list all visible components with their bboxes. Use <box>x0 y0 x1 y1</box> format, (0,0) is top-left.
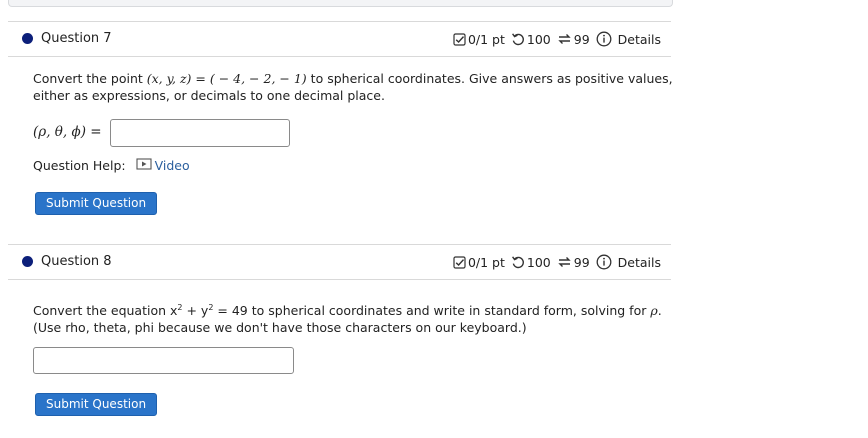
question-title: Question 8 <box>41 254 112 269</box>
prompt-text-period: . <box>657 303 662 318</box>
attempts-count: 100 <box>526 31 551 47</box>
undo-icon <box>511 32 525 46</box>
submit-question-button[interactable]: Submit Question <box>35 192 158 215</box>
prompt-text-end: to spherical coordinates. Give answers a… <box>310 71 673 86</box>
prompt-text-b: + y <box>182 303 209 318</box>
question-title: Question 7 <box>41 31 112 46</box>
answer-label: (ρ, θ, ϕ) = <box>33 124 102 140</box>
prompt-text-line2: either as expressions, or decimals to on… <box>33 88 385 103</box>
info-icon[interactable] <box>596 31 612 47</box>
question-8-prompt: Convert the equation x2 + y2 = 49 to sph… <box>33 302 662 336</box>
details-link[interactable]: Details <box>618 255 661 270</box>
submit-question-button[interactable]: Submit Question <box>35 393 158 416</box>
question-7-header: Question 7 0/1 pt 100 99 Details <box>8 21 671 57</box>
tries-count: 99 <box>573 31 590 47</box>
question-7-prompt: Convert the point (x, y, z) = ( − 4, − 2… <box>33 70 673 104</box>
question-7-answer-input[interactable] <box>110 119 290 147</box>
retry-arrows-icon <box>557 255 572 269</box>
attempts-count: 100 <box>526 254 551 270</box>
prompt-text-a: Convert the equation x <box>33 303 178 318</box>
question-meta: 0/1 pt 100 99 Details <box>453 254 661 270</box>
prompt-text-line2: (Use rho, theta, phi because we don't ha… <box>33 320 527 335</box>
question-bullet <box>22 256 33 267</box>
score-text: 0/1 pt <box>467 254 505 270</box>
checkbox-check-icon <box>453 255 466 269</box>
previous-question-box-edge <box>8 0 673 7</box>
video-link[interactable]: Video <box>136 158 190 173</box>
info-icon[interactable] <box>596 254 612 270</box>
prompt-text-c: = 49 to spherical coordinates and write … <box>213 303 647 318</box>
video-icon <box>136 158 152 173</box>
tries-count: 99 <box>573 254 590 270</box>
question-bullet <box>22 33 33 44</box>
video-link-label: Video <box>154 158 190 173</box>
retry-arrows-icon <box>557 32 572 46</box>
point-expression: (x, y, z) = ( − 4, − 2, − 1) <box>146 71 307 86</box>
question-meta: 0/1 pt 100 99 Details <box>453 31 661 47</box>
prompt-text-start: Convert the point <box>33 71 143 86</box>
score-text: 0/1 pt <box>467 31 505 47</box>
help-label: Question Help: <box>33 158 126 173</box>
checkbox-check-icon <box>453 32 466 46</box>
question-8-header: Question 8 0/1 pt 100 99 Details <box>8 244 671 280</box>
rho-symbol: ρ <box>650 303 658 318</box>
undo-icon <box>511 255 525 269</box>
question-help: Question Help: Video <box>33 158 190 173</box>
question-8-answer-input[interactable] <box>33 347 294 374</box>
details-link[interactable]: Details <box>618 32 661 47</box>
